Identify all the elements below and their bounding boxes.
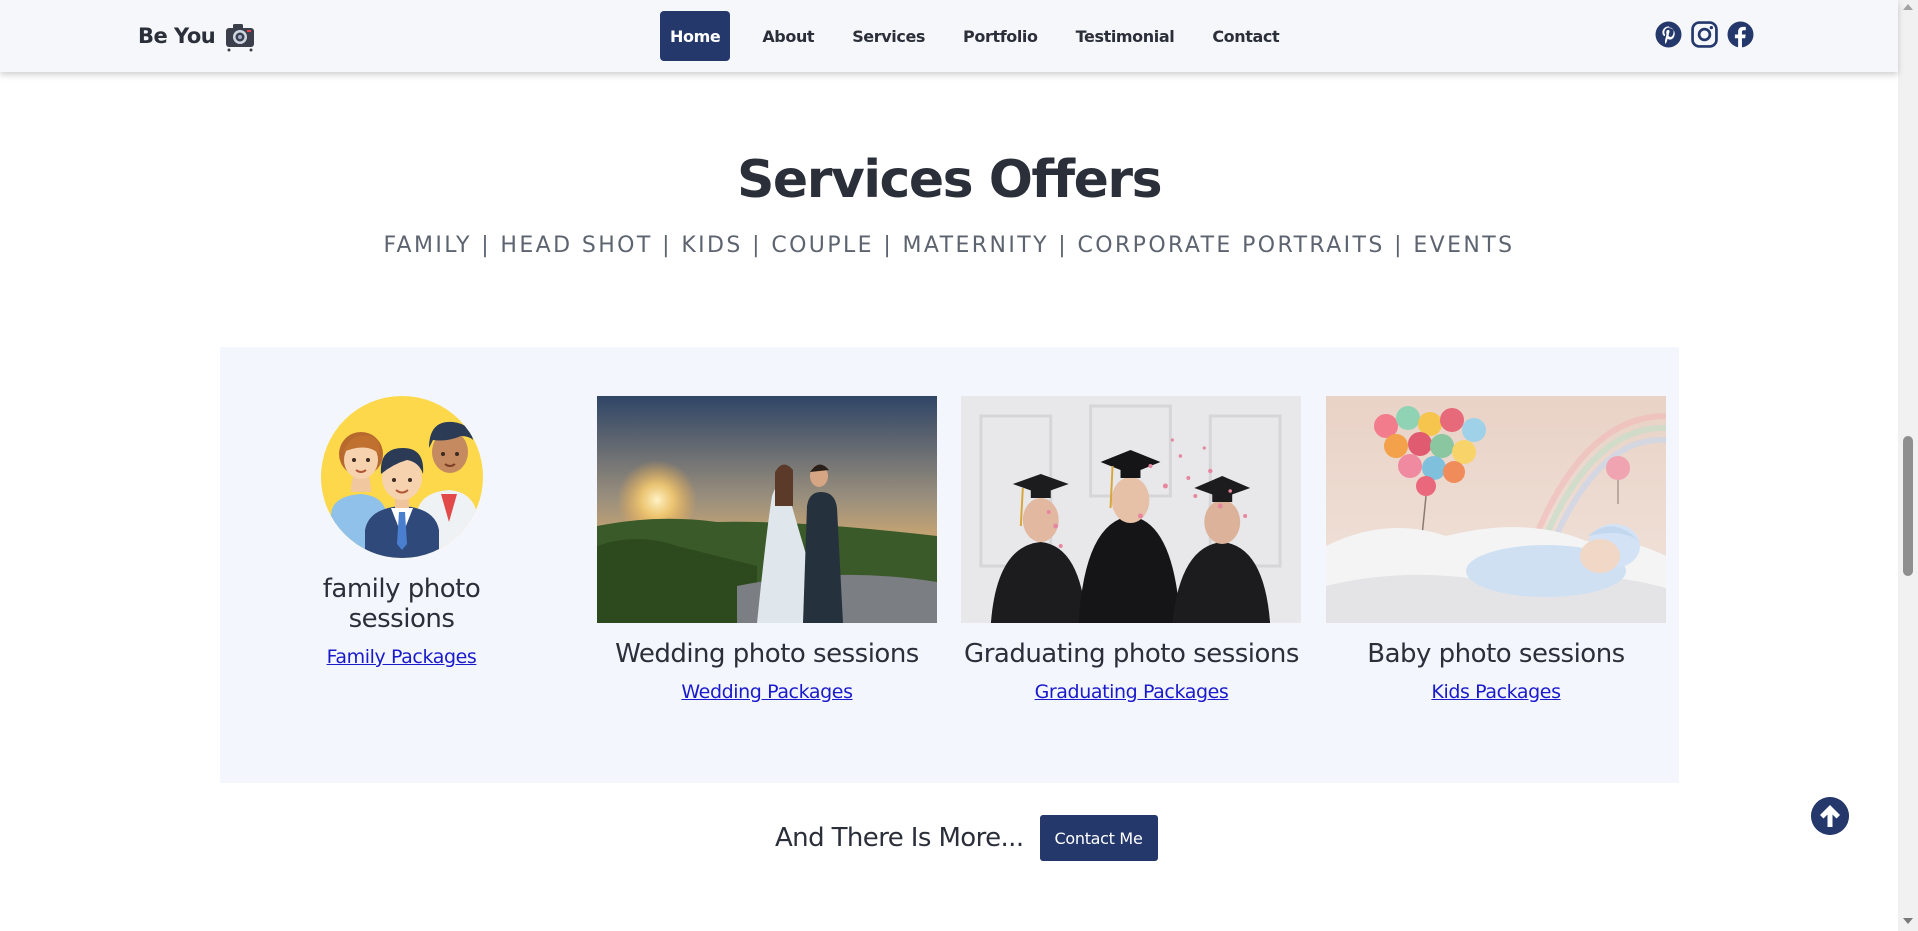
graduation-photo (961, 396, 1301, 623)
section-subtitle: FAMILY | HEAD SHOT | KIDS | COUPLE | MAT… (383, 233, 1515, 258)
nav-contact[interactable]: Contact (1202, 11, 1289, 61)
nav-services[interactable]: Services (842, 11, 935, 61)
brand[interactable]: Be You (138, 18, 257, 54)
vertical-scrollbar[interactable] (1898, 0, 1918, 931)
facebook-icon[interactable] (1727, 21, 1754, 48)
service-card-baby: Baby photo sessions Kids Packages (1326, 396, 1666, 703)
brand-name: Be You (138, 24, 216, 48)
pinterest-icon[interactable] (1655, 21, 1682, 48)
family-packages-link[interactable]: Family Packages (327, 646, 477, 668)
card-title: family photo sessions (322, 574, 481, 634)
nav-portfolio[interactable]: Portfolio (953, 11, 1048, 61)
service-card-graduating: Graduating photo sessions Graduating Pac… (961, 396, 1302, 703)
wedding-packages-link[interactable]: Wedding Packages (681, 681, 853, 703)
card-title: Wedding photo sessions (615, 639, 919, 669)
more-row: And There Is More... Contact Me (775, 815, 1158, 861)
card-title: Baby photo sessions (1367, 639, 1625, 669)
contact-me-button[interactable]: Contact Me (1039, 815, 1158, 861)
instagram-icon[interactable] (1691, 21, 1718, 48)
more-text: And There Is More... (775, 823, 1024, 853)
card-title: Graduating photo sessions (964, 639, 1299, 669)
scroll-down-arrow-icon[interactable] (1903, 918, 1913, 924)
nav-links: Home About Services Portfolio Testimonia… (660, 11, 1303, 61)
camera-icon (226, 24, 255, 52)
navbar: Be You Home About Services Portfolio Tes… (0, 0, 1898, 72)
nav-testimonial[interactable]: Testimonial (1066, 11, 1185, 61)
service-card-family: family photo sessions Family Packages (270, 396, 533, 668)
family-illustration (320, 396, 483, 558)
service-card-wedding: Wedding photo sessions Wedding Packages (597, 396, 937, 703)
scrollbar-thumb[interactable] (1903, 436, 1913, 576)
graduating-packages-link[interactable]: Graduating Packages (1035, 681, 1229, 703)
kids-packages-link[interactable]: Kids Packages (1431, 681, 1561, 703)
nav-home[interactable]: Home (660, 11, 731, 61)
arrow-up-circle-icon[interactable] (1811, 797, 1849, 835)
scroll-up-arrow-icon[interactable] (1903, 4, 1913, 10)
wedding-photo (597, 396, 937, 623)
social-links (1655, 21, 1754, 48)
baby-photo (1326, 396, 1666, 623)
nav-about[interactable]: About (752, 11, 824, 61)
section-title: Services Offers (736, 150, 1163, 210)
